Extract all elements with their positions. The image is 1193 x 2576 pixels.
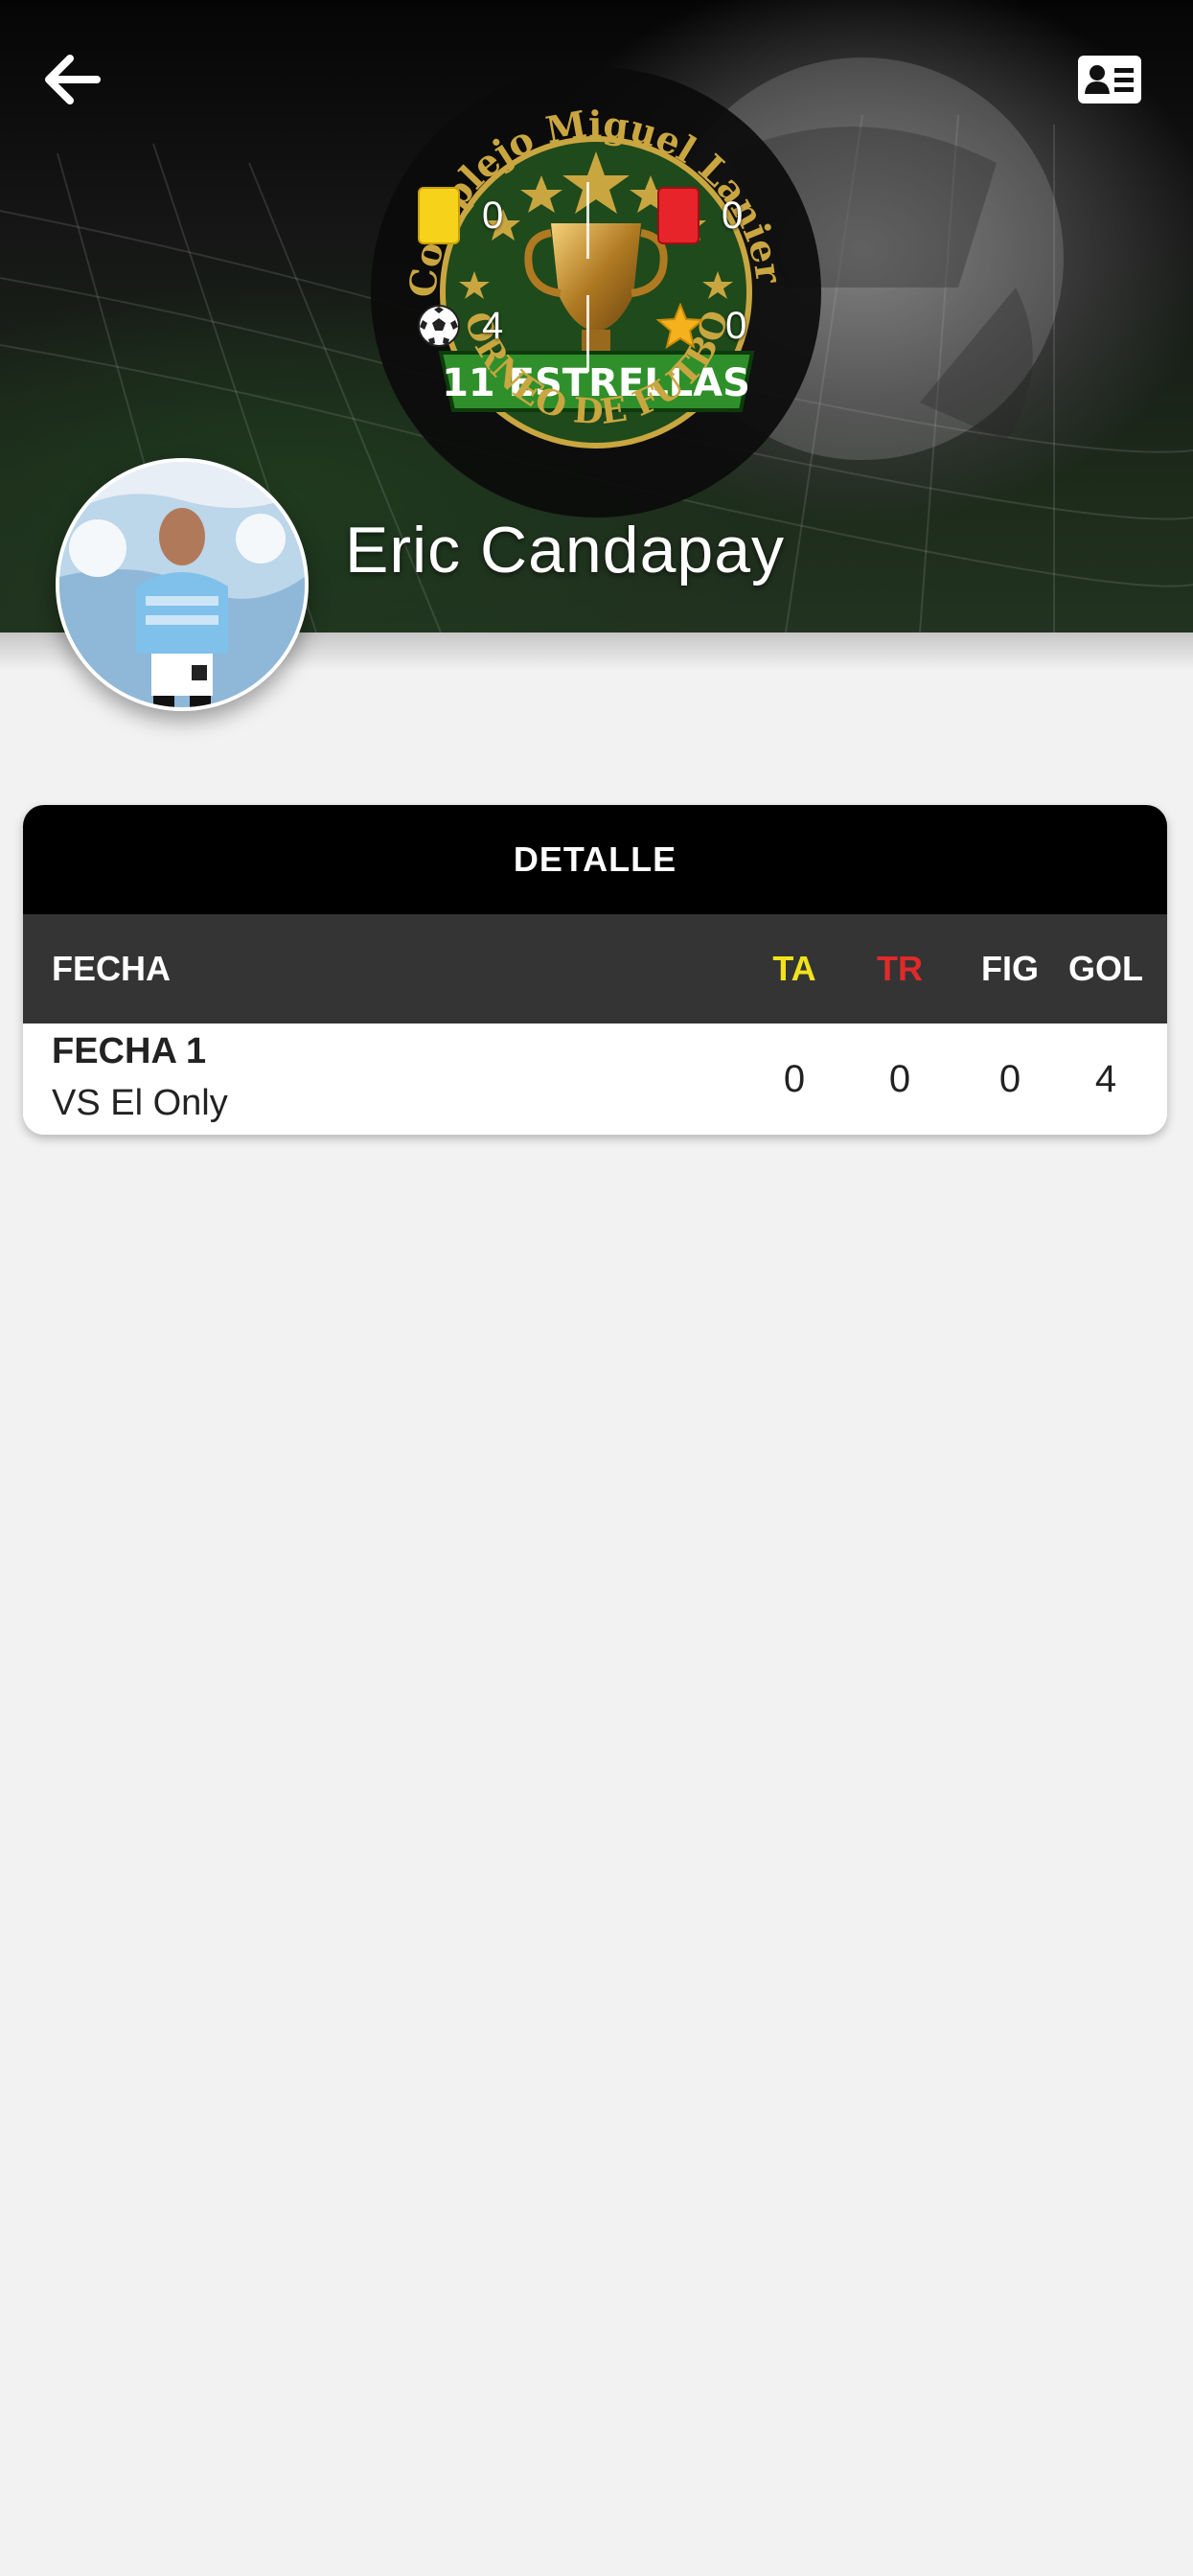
star-icon	[656, 303, 704, 349]
yellow-card-stat: 0	[417, 182, 503, 249]
id-card-icon	[1078, 56, 1141, 104]
soccer-ball-icon	[418, 305, 460, 347]
player-profile-page: Complejo Miguel Lanieri 11 ESTRELLAS TOR…	[0, 0, 1193, 2576]
goals-count: 4	[482, 304, 504, 347]
row-fecha: FECHA 1	[52, 1031, 207, 1071]
stats-divider-bottom	[586, 295, 589, 372]
player-stats: 0 0 4 0	[402, 182, 786, 374]
back-button[interactable]	[38, 46, 105, 113]
red-card-icon	[657, 187, 700, 244]
row-rival: VS El Only	[52, 1083, 228, 1123]
player-avatar	[56, 458, 309, 711]
red-card-count: 0	[722, 194, 744, 237]
mvp-stat: 0	[656, 292, 746, 359]
row-gol: 4	[1094, 1057, 1117, 1100]
red-card-stat: 0	[656, 182, 743, 249]
arrow-left-icon	[45, 55, 101, 104]
table-row[interactable]: FECHA 1 VS El Only 0 0 0 4	[23, 1024, 1167, 1135]
player-name: Eric Candapay	[345, 514, 786, 586]
yellow-card-count: 0	[482, 194, 504, 237]
detail-table-header: FECHA TA TR FIG GOL	[23, 914, 1167, 1024]
detail-card: DETALLE FECHA TA TR FIG GOL FECHA 1 VS E…	[23, 805, 1167, 1135]
goals-stat: 4	[417, 292, 503, 359]
stats-divider-top	[586, 182, 589, 259]
column-fecha: FECHA	[52, 949, 171, 988]
player-photo	[59, 462, 305, 707]
mvp-count: 0	[725, 304, 747, 347]
player-card-button[interactable]	[1073, 50, 1146, 109]
detail-title: DETALLE	[23, 805, 1167, 914]
column-gol: GOL	[1068, 949, 1143, 988]
yellow-card-icon	[418, 187, 460, 244]
